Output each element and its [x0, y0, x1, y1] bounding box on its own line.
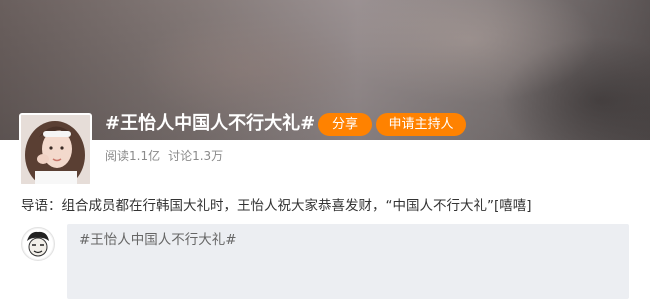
share-button[interactable]: 分享: [318, 113, 372, 136]
composer-text[interactable]: #王怡人中国人不行大礼#: [79, 230, 237, 250]
topic-guide: 导语：组合成员都在行韩国大礼时，王怡人祝大家恭喜发财，“中国人不行大礼”[嘻嘻]: [21, 198, 532, 214]
user-avatar[interactable]: [21, 227, 55, 261]
cartoon-face-icon: [23, 229, 53, 259]
discussion-count: 讨论1.3万: [168, 149, 224, 163]
portrait-photo-icon: [21, 115, 90, 184]
topic-title: #王怡人中国人不行大礼#: [105, 113, 316, 134]
read-count: 阅读1.1亿: [105, 149, 161, 163]
topic-avatar[interactable]: [19, 113, 92, 186]
apply-host-button[interactable]: 申请主持人: [376, 113, 466, 136]
topic-stats: 阅读1.1亿 讨论1.3万: [105, 147, 223, 165]
